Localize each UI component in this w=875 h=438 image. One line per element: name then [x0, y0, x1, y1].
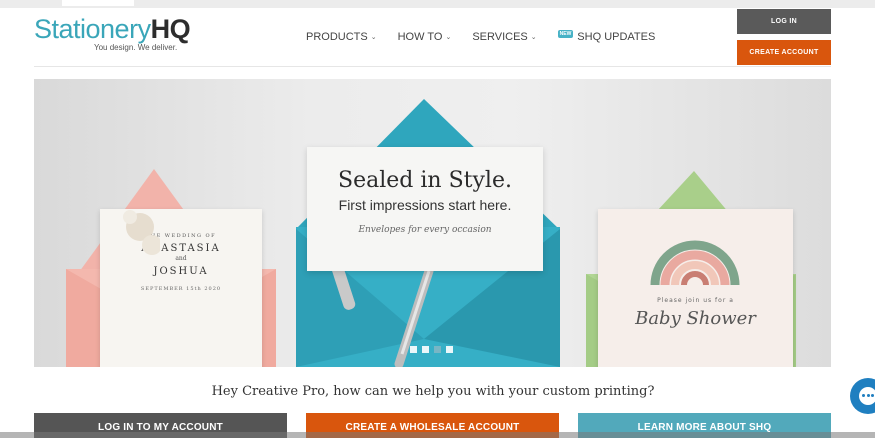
- browser-top-strip: [0, 0, 875, 8]
- carousel-dot-3[interactable]: [434, 346, 441, 353]
- hero-headline: Sealed in Style.: [338, 168, 512, 193]
- carousel-dot-4[interactable]: [446, 346, 453, 353]
- rainbow-icon: [650, 240, 740, 286]
- carousel-dots: [410, 346, 458, 353]
- nav-item-shq-updates[interactable]: NEW SHQ UPDATES: [557, 30, 656, 43]
- chevron-down-icon: ⌄: [445, 34, 452, 41]
- bottom-scroll-bar: [0, 432, 875, 438]
- site-logo[interactable]: StationeryHQ You design. We deliver.: [34, 14, 194, 56]
- baby-shower-title: Baby Shower: [635, 308, 756, 329]
- logo-word-stationery: Stationery: [34, 14, 151, 44]
- top-tab: [62, 0, 134, 6]
- wedding-invitation-card: THE WEDDING OF ANASTASIA and JOSHUA SEPT…: [100, 209, 262, 367]
- chat-bubble-icon[interactable]: [850, 378, 875, 414]
- header-divider: [34, 66, 831, 67]
- logo-word-hq: HQ: [150, 14, 191, 44]
- hero-message-card: Sealed in Style. First impressions start…: [307, 147, 543, 271]
- nav-item-products[interactable]: PRODUCTS ⌄: [306, 31, 377, 43]
- logo-tagline: You design. We deliver.: [94, 43, 178, 52]
- chat-bubble-inner: [859, 387, 875, 405]
- nav-item-services[interactable]: SERVICES ⌄: [472, 31, 536, 43]
- floral-decoration-icon: [123, 210, 160, 255]
- main-nav: PRODUCTS ⌄ HOW TO ⌄ SERVICES ⌄ NEW SHQ U…: [306, 30, 676, 44]
- chevron-down-icon: ⌄: [370, 34, 377, 41]
- chat-dot: [862, 394, 865, 397]
- chat-dot: [866, 394, 870, 397]
- nav-item-label: PRODUCTS: [306, 31, 368, 43]
- baby-shower-intro: Please join us for a: [657, 297, 734, 304]
- carousel-dot-2[interactable]: [422, 346, 429, 353]
- logo-wordmark: StationeryHQ: [34, 14, 194, 44]
- hero-banner[interactable]: THE WEDDING OF ANASTASIA and JOSHUA SEPT…: [34, 79, 831, 367]
- nav-item-label: SHQ UPDATES: [577, 31, 656, 43]
- nav-item-label: HOW TO: [397, 31, 443, 43]
- wedding-date: SEPTEMBER 15th 2020: [140, 286, 222, 292]
- carousel-dot-1[interactable]: [410, 346, 417, 353]
- chat-dot: [871, 394, 874, 397]
- hero-subheadline: First impressions start here.: [338, 197, 512, 213]
- chevron-down-icon: ⌄: [530, 34, 537, 41]
- hero-caption: Envelopes for every occasion: [358, 225, 492, 235]
- create-account-button[interactable]: CREATE ACCOUNT: [737, 40, 831, 65]
- nav-item-label: SERVICES: [472, 31, 528, 43]
- help-prompt: Hey Creative Pro, how can we help you wi…: [211, 384, 655, 399]
- baby-shower-card: Please join us for a Baby Shower: [598, 209, 793, 367]
- new-badge: NEW: [557, 30, 574, 38]
- nav-item-how-to[interactable]: HOW TO ⌄: [398, 31, 452, 43]
- login-button[interactable]: LOG IN: [737, 9, 831, 34]
